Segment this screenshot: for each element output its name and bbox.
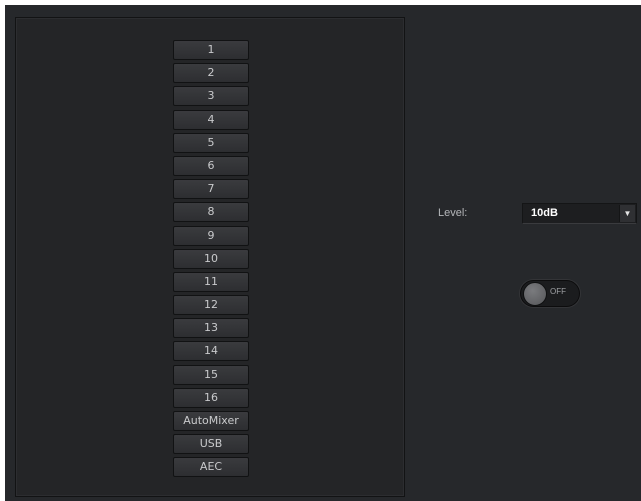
toggle-knob[interactable] (523, 282, 547, 306)
channel-button-7[interactable]: 7 (173, 179, 249, 200)
channel-button-4[interactable]: 4 (173, 109, 249, 130)
enable-toggle[interactable]: OFF (520, 280, 580, 307)
toggle-state-label: OFF (550, 287, 566, 296)
channel-list: 1 2 3 4 5 6 7 8 9 10 11 12 13 14 15 16 A… (173, 40, 249, 481)
channel-button-16[interactable]: 16 (173, 387, 249, 408)
level-label: Level: (438, 207, 468, 219)
channel-button-2[interactable]: 2 (173, 63, 249, 84)
channel-button-13[interactable]: 13 (173, 318, 249, 339)
channel-button-6[interactable]: 6 (173, 155, 249, 176)
channel-button-1[interactable]: 1 (173, 40, 249, 60)
channel-button-aec[interactable]: AEC (173, 457, 249, 478)
channel-button-10[interactable]: 10 (173, 248, 249, 269)
channel-button-11[interactable]: 11 (173, 271, 249, 292)
level-value: 10dB (531, 207, 558, 219)
channel-button-12[interactable]: 12 (173, 295, 249, 316)
channel-button-14[interactable]: 14 (173, 341, 249, 362)
channel-button-9[interactable]: 9 (173, 225, 249, 246)
channel-button-3[interactable]: 3 (173, 86, 249, 107)
channel-button-automixer[interactable]: AutoMixer (173, 411, 249, 431)
channel-button-usb[interactable]: USB (173, 434, 249, 455)
channel-button-15[interactable]: 15 (173, 364, 249, 385)
level-dropdown[interactable]: 10dB ▼ (522, 203, 637, 224)
channel-button-8[interactable]: 8 (173, 202, 249, 223)
channel-panel: 1 2 3 4 5 6 7 8 9 10 11 12 13 14 15 16 A… (15, 17, 405, 497)
chevron-down-icon[interactable]: ▼ (619, 205, 635, 222)
channel-button-5[interactable]: 5 (173, 132, 249, 153)
app-window: 1 2 3 4 5 6 7 8 9 10 11 12 13 14 15 16 A… (5, 5, 641, 501)
